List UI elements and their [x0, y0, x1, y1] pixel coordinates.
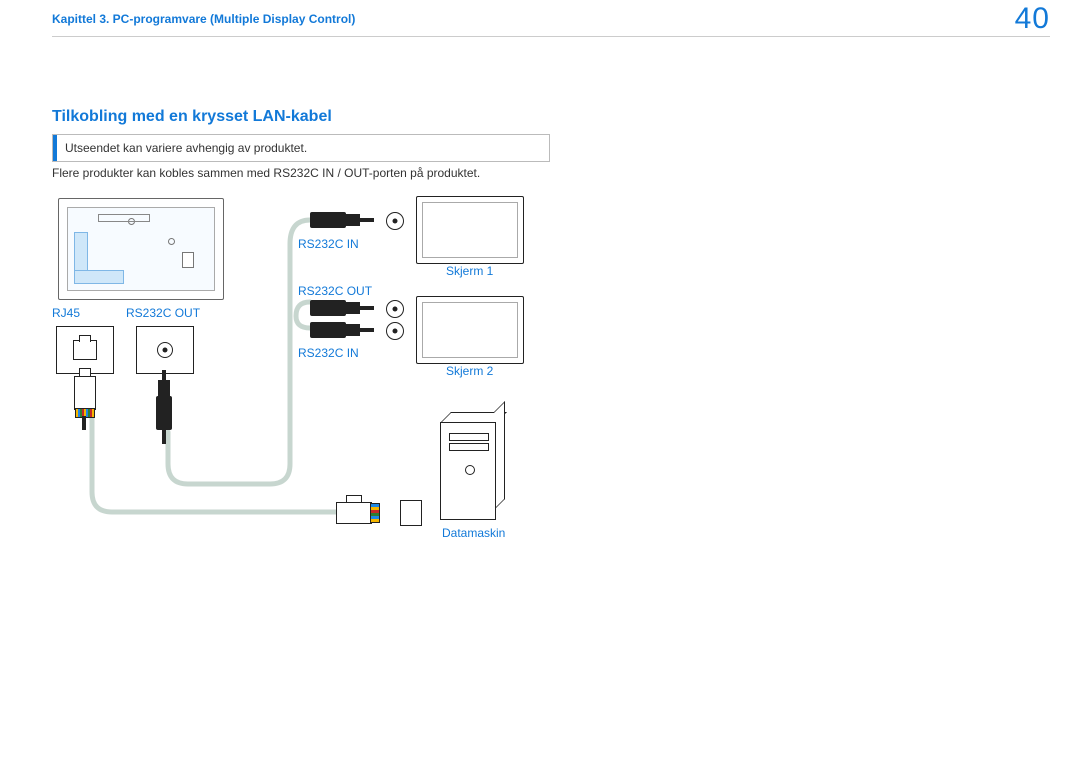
stereo-plug-icon — [156, 370, 172, 440]
label-rj45: RJ45 — [52, 306, 80, 320]
note-box: Utseendet kan variere avhengig av produk… — [52, 134, 550, 162]
stereo-jack-icon — [386, 322, 404, 340]
rj45-plug-icon — [72, 376, 96, 428]
section-title: Tilkobling med en krysset LAN-kabel — [52, 108, 332, 126]
label-monitor-2: Skjerm 2 — [446, 364, 493, 378]
monitor-icon — [416, 296, 524, 364]
port-cluster-icon — [74, 234, 122, 284]
monitor-icon — [416, 196, 524, 264]
page-number: 40 — [1015, 2, 1050, 36]
small-port-icon — [182, 252, 194, 268]
stereo-plug-icon — [310, 300, 378, 316]
note-text: Utseendet kan variere avhengig av produk… — [53, 135, 549, 161]
chapter-title: Kapittel 3. PC-programvare (Multiple Dis… — [52, 12, 355, 26]
label-rs232c-out-mid: RS232C OUT — [298, 284, 372, 298]
stereo-jack-icon — [386, 300, 404, 318]
stereo-plug-icon — [310, 212, 378, 228]
stereo-plug-icon — [310, 322, 378, 338]
display-rear-panel — [58, 198, 224, 300]
rj45-plug-icon — [336, 500, 394, 524]
rj45-port-icon — [56, 326, 114, 374]
page-header: Kapittel 3. PC-programvare (Multiple Dis… — [0, 8, 1080, 32]
display-rear-inner — [67, 207, 215, 291]
body-text: Flere produkter kan kobles sammen med RS… — [52, 166, 480, 180]
label-rs232c-out-left: RS232C OUT — [126, 306, 200, 320]
indicator-dot-icon — [168, 238, 175, 245]
label-rs232c-in-upper: RS232C IN — [298, 237, 359, 251]
rj45-port-icon — [400, 500, 422, 526]
rs232c-port-icon — [136, 326, 194, 374]
manual-page: Kapittel 3. PC-programvare (Multiple Dis… — [0, 0, 1080, 763]
header-rule — [52, 36, 1050, 37]
connection-diagram: RJ45 RS232C OUT RS232C IN Skjerm 1 RS232… — [52, 192, 572, 562]
label-rs232c-in-lower: RS232C IN — [298, 346, 359, 360]
label-monitor-1: Skjerm 1 — [446, 264, 493, 278]
vent-slot-icon — [98, 214, 150, 222]
label-computer: Datamaskin — [442, 526, 505, 540]
stereo-jack-icon — [386, 212, 404, 230]
